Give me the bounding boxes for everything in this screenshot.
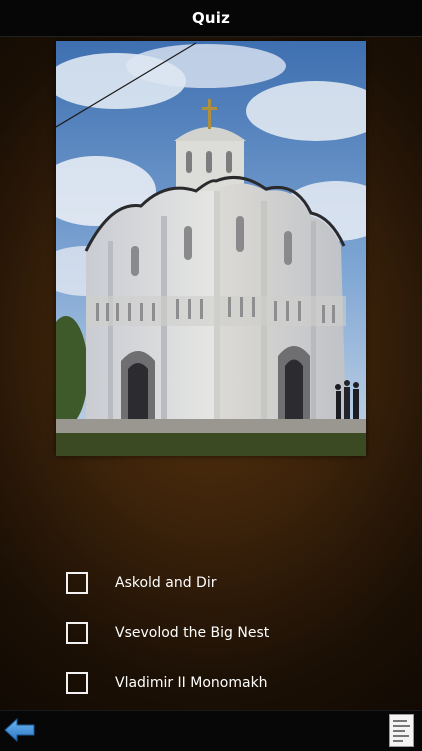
answer-label: Askold and Dir <box>115 575 217 591</box>
checkbox[interactable] <box>66 572 88 594</box>
top-bar: Quiz <box>0 0 422 37</box>
checkbox[interactable] <box>66 672 88 694</box>
answer-option-2[interactable]: Vsevolod the Big Nest <box>66 619 366 647</box>
cathedral-photo <box>56 41 366 456</box>
answer-option-3[interactable]: Vladimir II Monomakh <box>66 669 366 697</box>
back-arrow-icon <box>4 717 35 743</box>
bottom-toolbar <box>0 710 422 751</box>
back-button[interactable] <box>4 717 36 743</box>
notes-button[interactable] <box>389 714 414 747</box>
answer-label: Vsevolod the Big Nest <box>115 625 270 641</box>
answer-option-1[interactable]: Askold and Dir <box>66 569 366 597</box>
answer-label: Vladimir II Monomakh <box>115 675 268 691</box>
checkbox[interactable] <box>66 622 88 644</box>
notes-icon <box>389 714 414 747</box>
page-title: Quiz <box>191 9 231 27</box>
